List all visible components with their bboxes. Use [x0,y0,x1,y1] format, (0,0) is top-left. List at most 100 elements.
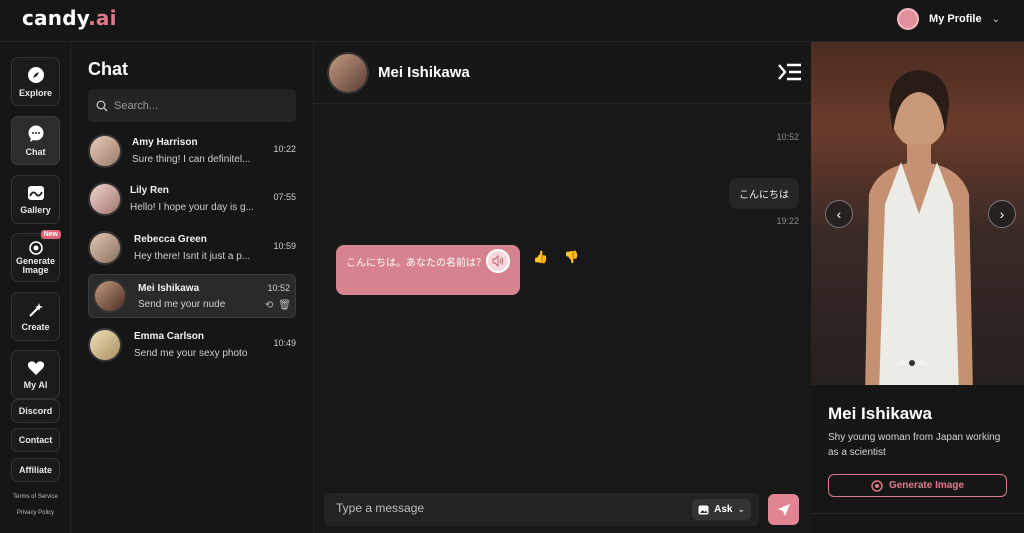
profile-menu[interactable]: My Profile ⌄ [897,7,1000,31]
list-item[interactable]: Mei Ishikawa Send me your nude 10:52 ⟲ 🗑 [88,274,296,318]
photo-dot[interactable] [899,360,905,366]
message-time: 19:22 [776,216,799,226]
profile-panel: ‹ › Mei Ishikawa Shy young woman from Ja… [811,42,1024,533]
sidebar-item-chat[interactable]: Chat [11,116,60,165]
sidebar-item-create[interactable]: Create [11,292,60,341]
user-message: こんにちは [729,178,799,209]
sidebar-item-affiliate[interactable]: Affiliate [11,458,60,482]
chevron-right-icon: › [999,206,1005,222]
sidebar-item-label: Gallery [20,204,51,215]
list-item[interactable]: Rebecca Green Hey there! Isnt it just a … [88,225,296,269]
sidebar-item-discord[interactable]: Discord [11,399,60,423]
sidebar-item-label: Discord [18,406,53,416]
trash-icon[interactable]: 🗑 [278,300,291,311]
sidebar-item-my-ai[interactable]: My AI [11,350,60,399]
photo-dot[interactable] [919,360,925,366]
thumbs-up-icon[interactable]: 👍 [533,250,548,264]
page-title: Chat [88,59,128,79]
logo[interactable]: candy.ai [22,6,117,30]
list-item[interactable]: Emma Carlson Send me your sexy photo 10:… [88,322,296,366]
conversation-actions: ⟲ 🗑 [265,300,291,311]
sidebar-item-label: Create [21,321,50,332]
logo-main: candy [22,6,89,30]
contact-name: Lily Ren [130,185,169,196]
message-preview: Sure thing! I can definitel... [132,154,251,165]
search-box[interactable] [88,89,296,122]
next-photo-button[interactable]: › [988,200,1016,228]
prev-photo-button[interactable]: ‹ [825,200,853,228]
ai-message-text: こんにちは。あなたの名前は？ [346,258,486,269]
list-item[interactable]: Amy Harrison Sure thing! I can definitel… [88,128,296,172]
send-button[interactable] [768,494,799,525]
contact-name: Emma Carlson [134,331,205,342]
contact-name: Rebecca Green [134,234,207,245]
sidebar-item-label: Explore [18,87,52,98]
character-name: Mei Ishikawa [828,404,932,423]
search-input[interactable] [114,99,284,112]
chevron-left-icon: ‹ [836,206,842,222]
sidebar: Explore Chat Gallery New Generate Image … [0,42,71,533]
sidebar-item-contact[interactable]: Contact [11,428,60,452]
speaker-button[interactable] [486,249,510,273]
generate-image-button[interactable]: Generate Image [828,474,1007,497]
chat-bubble-icon [28,125,43,142]
sidebar-item-gallery[interactable]: Gallery [11,175,60,224]
photo-dot[interactable] [909,360,915,366]
chat-panel: Mei Ishikawa 10:52 こんにちは 19:22 こんにちは。あなた… [314,42,811,533]
thumbs-down-icon[interactable]: 👎 [564,250,579,264]
sidebar-item-explore[interactable]: Explore [11,57,60,106]
compass-icon [27,66,44,83]
refresh-icon[interactable]: ⟲ [265,300,273,311]
character-description: Shy young woman from Japan working as a … [828,432,1001,458]
timestamp: 07:55 [273,192,296,202]
avatar [88,134,122,168]
sidebar-item-label: My AI [23,379,48,390]
message-preview: Hey there! Isnt it just a p... [134,251,251,262]
collapse-menu-icon[interactable] [775,60,803,84]
sidebar-item-label: Chat [25,146,46,157]
message-preview: Send me your nude [138,299,226,310]
message-composer: Ask ⌄ [324,493,759,526]
privacy-link[interactable]: Privacy Policy [0,510,71,516]
send-icon [777,503,790,516]
new-badge: New [40,230,61,239]
divider [811,513,1024,514]
timestamp: 10:49 [273,338,296,348]
avatar [88,328,122,362]
magic-wand-icon [28,302,43,317]
heart-icon [27,360,44,375]
chat-header: Mei Ishikawa [314,42,811,104]
generate-image-label: Generate Image [888,480,965,491]
ask-label: Ask [714,504,733,515]
sidebar-item-label: Generate Image [15,255,56,275]
avatar [88,182,122,216]
character-photo: ‹ › [811,42,1024,385]
chat-contact-name: Mei Ishikawa [378,64,470,81]
sidebar-item-generate-image[interactable]: New Generate Image [11,230,61,282]
sidebar-item-label: Contact [18,435,53,445]
top-bar: candy.ai My Profile ⌄ [0,0,1024,42]
timestamp: 10:52 [267,283,290,293]
sidebar-item-label: Affiliate [18,465,52,475]
avatar [897,8,920,30]
message-preview: Hello! I hope your day is g... [130,202,254,213]
camera-icon [28,240,43,255]
photo-pagination [899,360,925,366]
chevron-down-icon: ⌄ [991,13,1000,25]
timestamp: 10:59 [273,241,296,251]
profile-label: My Profile [929,13,982,25]
search-icon [96,100,108,111]
timestamp: 10:22 [273,144,296,154]
character-portrait [865,70,973,385]
message-time: 10:52 [776,132,799,142]
avatar [88,231,122,265]
speaker-icon [492,255,504,267]
ask-dropdown[interactable]: Ask ⌄ [692,499,751,520]
avatar[interactable] [327,52,369,94]
ai-message: こんにちは。あなたの名前は？ [336,245,520,295]
terms-link[interactable]: Terms of Service [0,494,71,500]
chevron-down-icon: ⌄ [737,504,745,514]
list-item[interactable]: Lily Ren Hello! I hope your day is g... … [88,176,296,220]
message-input[interactable] [336,501,666,515]
camera-icon [871,479,883,492]
